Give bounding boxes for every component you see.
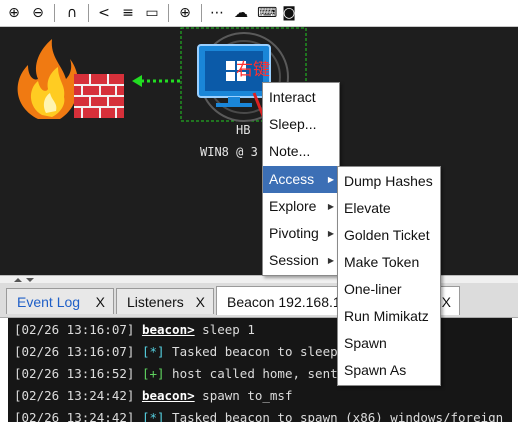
menu-item-label: Session — [269, 252, 319, 268]
submenu-arrow-icon: ▶ — [327, 202, 334, 211]
timestamp: [02/26 13:24:42] — [14, 410, 135, 422]
menu-item-pivoting[interactable]: Pivoting ▶ — [263, 220, 339, 247]
camera-icon[interactable]: ◙ — [281, 5, 297, 21]
menu-item-label: Pivoting — [269, 225, 319, 241]
console-line: [02/26 13:16:07] [*] Tasked beacon to sl… — [14, 344, 390, 359]
access-submenu: Dump Hashes Elevate Golden Ticket Make T… — [337, 166, 441, 386]
menu-item-label: Sleep... — [269, 116, 317, 132]
menu-item-dump-hashes[interactable]: Dump Hashes — [338, 168, 440, 195]
flame-icon — [17, 39, 79, 119]
tab-label: Beacon 192.168.1 — [227, 294, 341, 310]
timestamp: [02/26 13:16:07] — [14, 344, 135, 359]
menu-item-session[interactable]: Session ▶ — [263, 247, 339, 274]
menu-item-label: Make Token — [344, 254, 420, 270]
cloud-download-icon[interactable]: ☁ — [233, 5, 249, 21]
close-icon[interactable]: X — [96, 289, 105, 314]
menu-item-label: Dump Hashes — [344, 173, 433, 189]
plus-circle-icon[interactable]: ⊕ — [6, 5, 22, 21]
close-icon[interactable]: X — [196, 289, 205, 314]
menu-item-access[interactable]: Access ▶ — [263, 166, 339, 193]
menu-item-spawn[interactable]: Spawn — [338, 330, 440, 357]
close-icon[interactable]: X — [442, 287, 451, 315]
toolbar-separator — [54, 4, 55, 22]
share-icon[interactable]: < — [96, 5, 112, 21]
command-text: spawn to_msf — [194, 388, 293, 403]
menu-item-explore[interactable]: Explore ▶ — [263, 193, 339, 220]
minus-circle-icon[interactable]: ⊖ — [30, 5, 46, 21]
session-link-arrow — [132, 75, 180, 87]
monitor-icon[interactable]: ▭ — [144, 5, 160, 21]
beacon-prompt: beacon> — [141, 322, 195, 337]
submenu-arrow-icon: ▶ — [327, 175, 334, 184]
host-context-menu: Interact Sleep... Note... Access ▶ Explor… — [262, 82, 340, 276]
timestamp: [02/26 13:24:42] — [14, 388, 135, 403]
menu-item-label: Golden Ticket — [344, 227, 430, 243]
firewall-bricks-icon — [74, 74, 124, 118]
submenu-arrow-icon: ▶ — [327, 229, 334, 238]
toolbar-separator — [168, 4, 169, 22]
console-line: [02/26 13:24:42] beacon> spawn to_msf — [14, 388, 292, 403]
menu-item-label: Spawn — [344, 335, 387, 351]
menu-item-interact[interactable]: Interact — [263, 84, 339, 111]
beacon-prompt: beacon> — [141, 388, 195, 403]
timestamp: [02/26 13:16:07] — [14, 322, 135, 337]
toolbar: ⊕ ⊖ ∩ < ≡ ▭ ⊕ ⋯ ☁ ⌨ ◙ — [0, 0, 518, 27]
menu-item-label: Elevate — [344, 200, 391, 216]
menu-item-run-mimikatz[interactable]: Run Mimikatz — [338, 303, 440, 330]
menu-item-label: Note... — [269, 143, 311, 159]
toolbar-separator — [88, 4, 89, 22]
menu-item-label: Access — [269, 171, 315, 187]
output-text: Tasked beacon to spawn (x86) windows/for… — [164, 410, 504, 422]
dots-icon[interactable]: ⋯ — [209, 5, 225, 21]
menu-item-golden-ticket[interactable]: Golden Ticket — [338, 222, 440, 249]
success-marker: [+] — [141, 366, 165, 381]
menu-item-label: Spawn As — [344, 362, 407, 378]
console-line: [02/26 13:16:07] beacon> sleep 1 — [14, 322, 255, 337]
info-marker: [*] — [141, 410, 165, 422]
keyboard-icon[interactable]: ⌨ — [257, 5, 277, 21]
list-icon[interactable]: ≡ — [120, 5, 136, 21]
menu-item-make-token[interactable]: Make Token — [338, 249, 440, 276]
tab-label: Listeners — [127, 294, 184, 310]
submenu-arrow-icon: ▶ — [327, 256, 334, 265]
tab-label: Event Log — [17, 294, 81, 310]
headset-icon[interactable]: ∩ — [64, 5, 80, 21]
menu-item-label: Explore — [269, 198, 317, 214]
globe-icon[interactable]: ⊕ — [177, 5, 193, 21]
tab-event-log[interactable]: Event Log X — [6, 288, 114, 314]
menu-item-label: Interact — [269, 89, 316, 105]
host-os-label: WIN8 @ 3 — [200, 145, 258, 159]
menu-item-label: One-liner — [344, 281, 402, 297]
timestamp: [02/26 13:16:52] — [14, 366, 135, 381]
menu-item-note[interactable]: Note... — [263, 138, 339, 165]
console-line: [02/26 13:24:42] [*] Tasked beacon to sp… — [14, 410, 503, 422]
info-marker: [*] — [141, 344, 165, 359]
command-text: sleep 1 — [194, 322, 255, 337]
right-click-annotation: 右键 — [236, 60, 270, 80]
menu-item-sleep[interactable]: Sleep... — [263, 111, 339, 138]
menu-item-elevate[interactable]: Elevate — [338, 195, 440, 222]
menu-item-one-liner[interactable]: One-liner — [338, 276, 440, 303]
toolbar-separator — [201, 4, 202, 22]
menu-item-label: Run Mimikatz — [344, 308, 429, 324]
tab-listeners[interactable]: Listeners X — [116, 288, 214, 314]
menu-item-spawn-as[interactable]: Spawn As — [338, 357, 440, 384]
host-label: HB — [236, 123, 251, 137]
